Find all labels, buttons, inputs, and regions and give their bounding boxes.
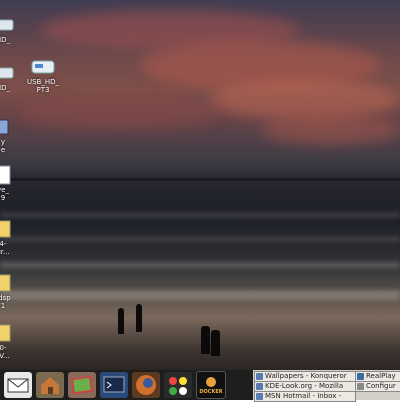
mail-launcher-button[interactable] <box>4 372 32 398</box>
usb-drive-icon <box>0 14 17 36</box>
task-list: Wallpapers - Konqueror KDE-Look.org - Mo… <box>253 370 400 402</box>
wave <box>0 290 400 300</box>
mozilla-icon <box>256 393 263 400</box>
desktop-icon-usb-hd-pt3[interactable]: USB_HD_ PT3 <box>14 56 72 94</box>
mail-icon <box>7 378 29 393</box>
mozilla-icon <box>256 383 263 390</box>
photo-icon <box>70 375 94 395</box>
person-silhouette <box>118 308 124 334</box>
task-configure[interactable]: Configur <box>355 381 400 392</box>
terminal-launcher-button[interactable] <box>100 372 128 398</box>
icon-label: USB_HD_ <box>26 78 60 86</box>
file-icon <box>0 322 17 344</box>
file-icon <box>0 218 17 240</box>
cloud <box>260 115 400 145</box>
icon-label: ve_ <box>0 186 9 194</box>
task-label: Wallpapers - Konqueror <box>265 372 347 380</box>
task-label: KDE-Look.org - Mozilla <box>265 382 344 390</box>
wave <box>0 212 400 218</box>
document-icon <box>0 164 17 186</box>
icon-label: y <box>0 138 6 146</box>
trash-icon <box>0 116 17 138</box>
home-icon <box>41 377 59 394</box>
file-icon <box>0 272 17 294</box>
home-launcher-button[interactable] <box>36 372 64 398</box>
games-icon <box>169 377 187 395</box>
photo-launcher-button[interactable] <box>68 372 96 398</box>
desktop-icon-file-2[interactable]: 4- ur... <box>0 218 32 256</box>
wave <box>0 236 400 242</box>
icon-label: tdsp <box>0 294 11 302</box>
cloud <box>20 95 220 130</box>
icon-label: HD_ <box>0 36 11 44</box>
desktop-icon-usb-drive-1[interactable]: HD_ <box>0 14 32 44</box>
settings-icon <box>357 383 364 390</box>
realplayer-icon <box>357 373 364 380</box>
icon-label-line2: 1 <box>0 302 6 310</box>
task-label: Configur <box>366 382 396 390</box>
cloud <box>210 80 400 120</box>
icon-label-line2: LV... <box>0 352 10 360</box>
docker-launcher-button[interactable]: DOCKER <box>196 371 226 399</box>
person-silhouette <box>211 330 220 356</box>
icon-label-line2: e <box>0 146 6 154</box>
desktop-icon-file-1[interactable]: ve_ 9 <box>0 164 32 202</box>
task-label: RealPlay <box>366 372 396 380</box>
task-label: MSN Hotmail - Inbox - <box>265 392 342 400</box>
icon-label-line2: PT3 <box>36 86 50 94</box>
usb-drive-icon <box>29 56 57 78</box>
icon-label-line2: ur... <box>0 248 10 256</box>
terminal-icon <box>103 376 125 393</box>
firefox-icon <box>136 375 156 395</box>
firefox-launcher-button[interactable] <box>132 372 160 398</box>
desktop-icon-trash[interactable]: y e <box>0 116 32 154</box>
icon-label-line2: 9 <box>0 194 6 202</box>
games-launcher-button[interactable] <box>164 372 192 398</box>
wave <box>0 262 400 268</box>
konqueror-icon <box>256 373 263 380</box>
desktop-icon-file-4[interactable]: 0- LV... <box>0 322 32 360</box>
person-silhouette <box>201 326 210 354</box>
icon-label: 0- <box>0 344 7 352</box>
desktop-wallpaper: HD_ HD_ USB_HD_ PT3 y e ve_ 9 4- ur... <box>0 0 400 370</box>
docker-label: DOCKER <box>199 389 223 395</box>
task-msn-hotmail[interactable]: MSN Hotmail - Inbox - <box>254 391 356 402</box>
horizon-line <box>0 178 400 181</box>
icon-label: 4- <box>0 240 7 248</box>
desktop-icon-file-3[interactable]: tdsp 1 <box>0 272 32 310</box>
person-silhouette <box>136 304 142 332</box>
